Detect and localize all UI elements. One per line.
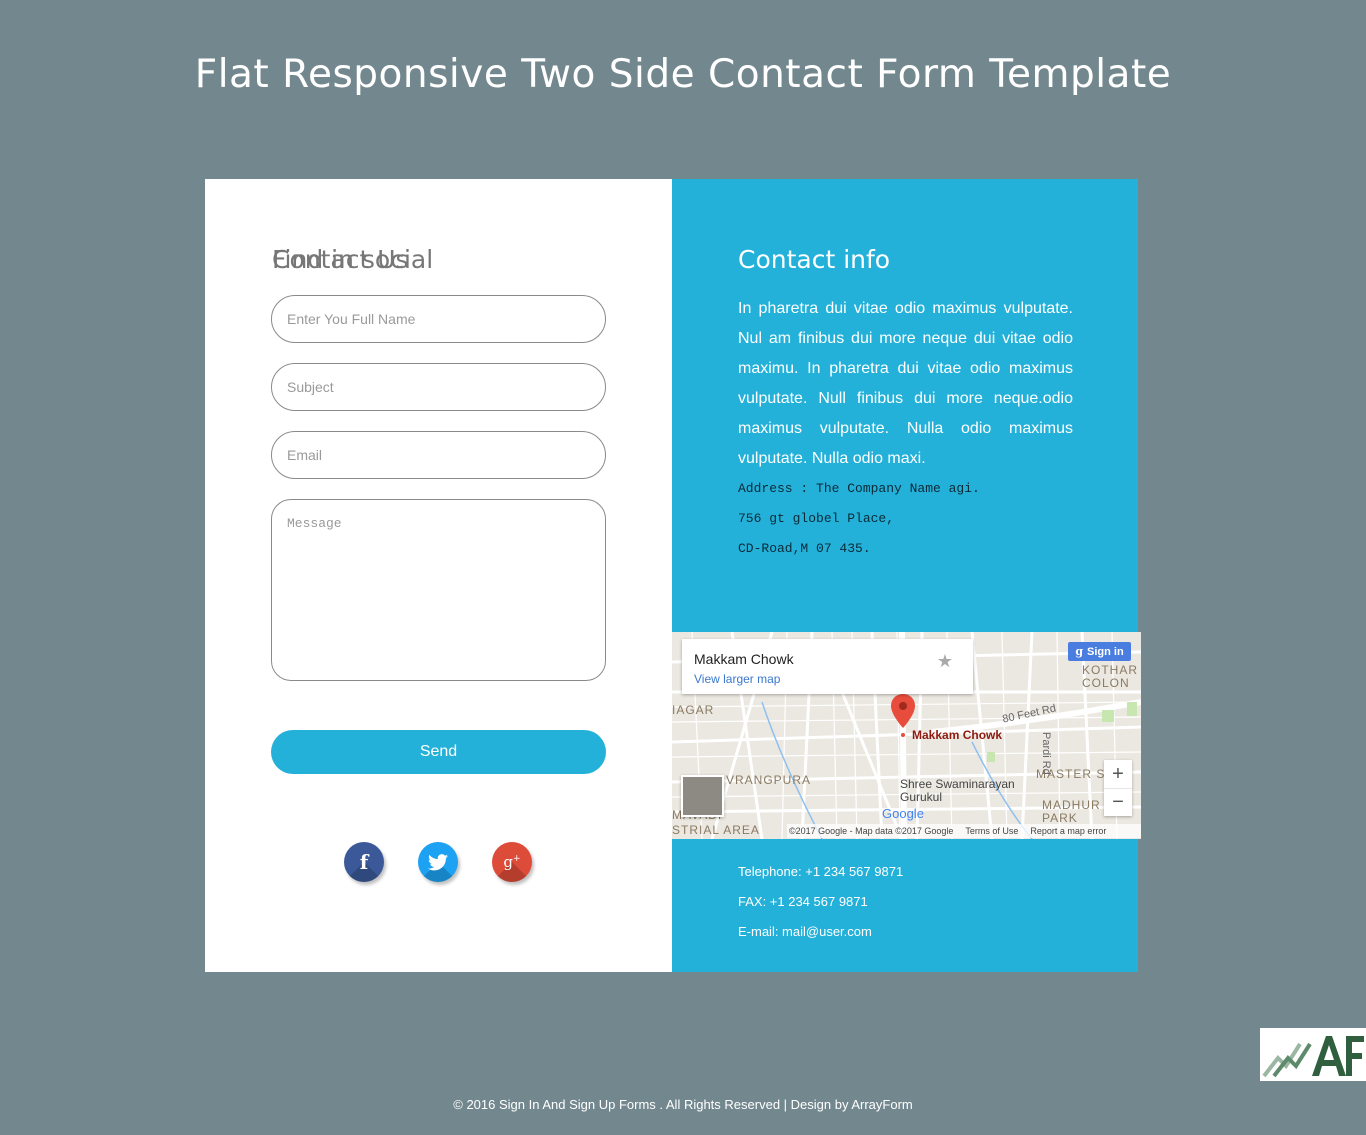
facebook-icon[interactable]: f [344, 842, 384, 882]
map-label-pardi-rd: Pardi Rd [1040, 732, 1052, 775]
arrayform-logo-icon [1262, 1036, 1364, 1078]
find-in-social-heading: Find in social [272, 245, 434, 274]
contact-info-description: In pharetra dui vitae odio maximus vulpu… [738, 300, 1073, 467]
send-button[interactable]: Send [271, 730, 606, 774]
map-label-industrial-area: STRIAL AREA [672, 823, 760, 837]
message-textarea[interactable] [271, 499, 606, 681]
map-label-madhur-park: MADHUR PARK [1042, 798, 1101, 825]
email-text: E-mail: mail@user.com [738, 924, 872, 939]
map-label-vrangpura: VRANGPURA [726, 773, 812, 787]
map-sign-in-button[interactable]: g Sign in [1068, 642, 1131, 661]
satellite-toggle[interactable] [681, 775, 724, 817]
map-place-name: Makkam Chowk [694, 651, 794, 667]
telephone-text: Telephone: +1 234 567 9871 [738, 864, 904, 879]
map-label-nagar: IAGAR [672, 703, 715, 717]
address-line-2: 756 gt globel Place, [738, 511, 895, 526]
google-g-icon: g [1075, 645, 1084, 658]
address-line-3: CD-Road,M 07 435. [738, 541, 871, 556]
page-footer: © 2016 Sign In And Sign Up Forms . All R… [453, 1097, 913, 1112]
google-logo: Google [882, 806, 924, 821]
map-marker-label: Makkam Chowk [912, 728, 1003, 742]
map-label-shree-gurukul: Shree Swaminarayan Gurukul [900, 777, 1015, 804]
contact-info-heading: Contact info [738, 245, 891, 274]
embedded-map[interactable]: IAGAR VRANGPURA MAVADI STRIAL AREA KOTHA… [672, 632, 1141, 839]
contact-form-panel: Contact Us Send Find in social f g+ [205, 179, 672, 972]
twitter-icon[interactable] [418, 842, 458, 882]
address-line-1: Address : The Company Name agi. [738, 481, 980, 496]
contact-info-panel: Contact info In pharetra dui vitae odio … [672, 179, 1141, 972]
zoom-in-button[interactable]: + [1104, 760, 1132, 788]
map-footer-bar: ©2017 Google - Map data ©2017 Google Ter… [787, 824, 1141, 838]
map-label-kothar-colon: KOTHAR COLON [1082, 663, 1139, 690]
google-plus-icon[interactable]: g+ [492, 842, 532, 882]
map-copyright: ©2017 Google - Map data ©2017 Google [789, 826, 954, 836]
map-place-card: Makkam Chowk View larger map ★ [682, 639, 973, 694]
contact-card: Contact Us Send Find in social f g+ Cont… [205, 179, 1141, 972]
arrayform-logo[interactable] [1260, 1028, 1366, 1081]
subject-input[interactable] [271, 363, 606, 411]
fax-text: FAX: +1 234 567 9871 [738, 894, 868, 909]
map-terms-link[interactable]: Terms of Use [965, 826, 1018, 836]
full-name-input[interactable] [271, 295, 606, 343]
zoom-out-button[interactable]: − [1104, 788, 1132, 816]
map-zoom-controls: + − [1104, 760, 1132, 816]
star-icon[interactable]: ★ [937, 651, 953, 672]
email-input[interactable] [271, 431, 606, 479]
view-larger-map-link[interactable]: View larger map [694, 672, 780, 686]
map-sign-in-label: Sign in [1087, 645, 1124, 658]
map-report-link[interactable]: Report a map error [1030, 826, 1106, 836]
page-title: Flat Responsive Two Side Contact Form Te… [194, 52, 1172, 97]
